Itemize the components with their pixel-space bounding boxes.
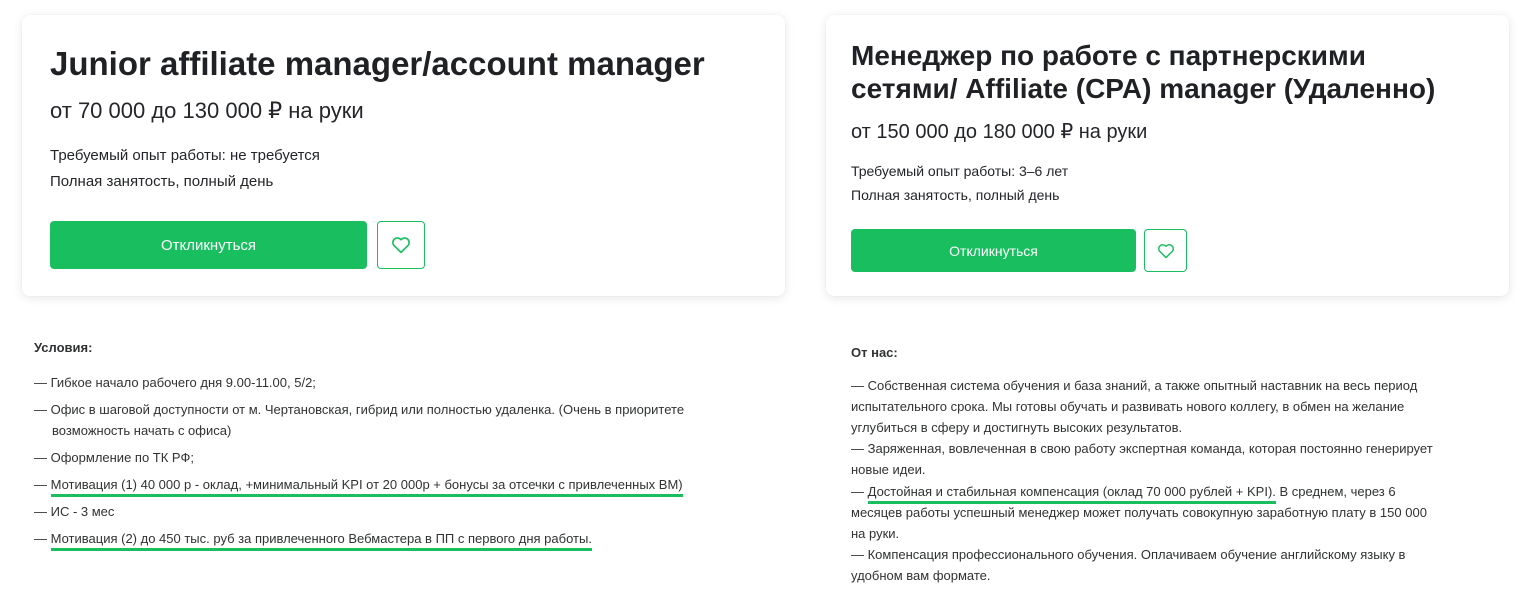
condition-item: — ИС - 3 мес xyxy=(34,504,115,519)
compensation-continued: В среднем, через 6 xyxy=(1275,484,1396,499)
compensation-text: Достойная и стабильная компенсация (окла… xyxy=(867,484,1276,504)
motivation-1-text: Мотивация (1) 40 000 р - оклад, +минимал… xyxy=(50,477,683,497)
favorite-button[interactable] xyxy=(377,221,425,269)
conditions-section: Условия: — Гибкое начало рабочего дня 9.… xyxy=(34,340,794,580)
motivation-2-text: Мотивация (2) до 450 тыс. руб за привлеч… xyxy=(50,531,592,551)
offer-line: испытательного срока. Мы готовы обучать … xyxy=(851,399,1405,414)
condition-item: — Оформление по ТК РФ; xyxy=(34,450,194,465)
apply-button[interactable]: Откликнуться xyxy=(851,229,1136,272)
vacancy-salary: от 70 000 до 130 000 ₽ на руки xyxy=(50,98,364,123)
offer-section: От нас: — Собственная система обучения и… xyxy=(851,345,1521,595)
vacancy-card-right: Менеджер по работе с партнерскими сетями… xyxy=(826,15,1509,296)
experience-text: Требуемый опыт работы: не требуется xyxy=(50,147,320,164)
dash: — xyxy=(34,477,51,492)
offer-line: — Компенсация профессионального обучения… xyxy=(851,547,1406,562)
experience-text: Требуемый опыт работы: 3–6 лет xyxy=(851,163,1069,179)
vacancy-card-left: Junior affiliate manager/account manager… xyxy=(22,15,785,296)
vacancy-title-line1: Менеджер по работе с партнерскими xyxy=(851,40,1366,71)
vacancy-title-line2: сетями/ Affiliate (CPA) manager (Удаленн… xyxy=(851,73,1436,104)
vacancy-meta: Требуемый опыт работы: 3–6 лет Полная за… xyxy=(851,159,1068,207)
vacancy-title: Junior affiliate manager/account manager xyxy=(50,45,705,82)
condition-item: — Офис в шаговой доступности от м. Черта… xyxy=(34,402,685,417)
condition-item-highlighted: — Мотивация (1) 40 000 р - оклад, +миним… xyxy=(34,477,683,497)
condition-item: — Гибкое начало рабочего дня 9.00-11.00,… xyxy=(34,375,316,390)
vacancy-title: Менеджер по работе с партнерскими сетями… xyxy=(851,39,1435,105)
offer-line: — Заряженная, вовлеченная в свою работу … xyxy=(851,441,1433,456)
offer-title: От нас: xyxy=(851,345,898,360)
condition-item-highlighted: — Мотивация (2) до 450 тыс. руб за привл… xyxy=(34,531,592,551)
offer-line-highlighted: — Достойная и стабильная компенсация (ок… xyxy=(851,484,1396,504)
apply-button[interactable]: Откликнуться xyxy=(50,221,367,269)
dash: — xyxy=(851,484,868,499)
offer-line: месяцев работы успешный менеджер может п… xyxy=(851,505,1427,520)
offer-line: на руки. xyxy=(851,526,900,541)
vacancy-salary: от 150 000 до 180 000 ₽ на руки xyxy=(851,121,1148,143)
condition-item-continued: возможность начать с офиса) xyxy=(52,423,232,438)
offer-line: — Собственная система обучения и база зн… xyxy=(851,378,1418,393)
heart-outline-icon xyxy=(1157,243,1174,258)
offer-line: удобном вам формате. xyxy=(851,568,991,583)
dash: — xyxy=(34,531,51,546)
vacancy-meta: Требуемый опыт работы: не требуется Полн… xyxy=(50,143,320,195)
offer-line: углубиться в сферу и достигнуть высоких … xyxy=(851,420,1183,435)
conditions-title: Условия: xyxy=(34,340,93,355)
employment-text: Полная занятость, полный день xyxy=(50,173,274,190)
employment-text: Полная занятость, полный день xyxy=(851,187,1060,203)
heart-outline-icon xyxy=(392,237,410,254)
favorite-button[interactable] xyxy=(1144,229,1187,272)
offer-line: новые идеи. xyxy=(851,462,926,477)
